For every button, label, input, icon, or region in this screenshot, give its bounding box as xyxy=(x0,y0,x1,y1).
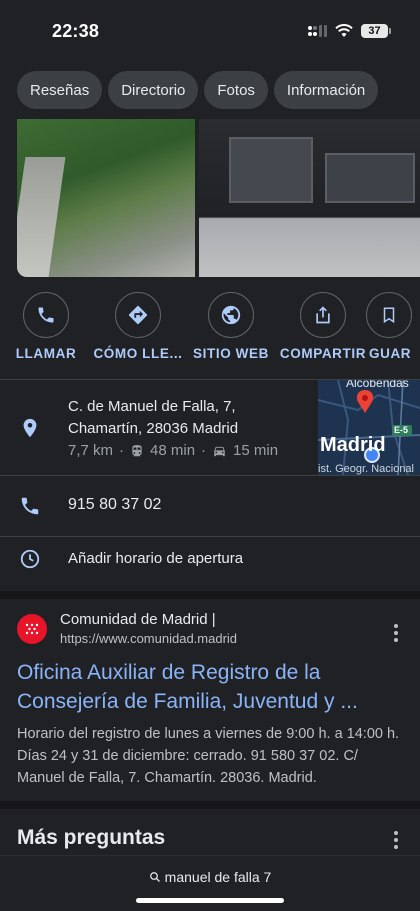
directions-button[interactable]: CÓMO LLE... xyxy=(88,292,188,361)
home-indicator[interactable] xyxy=(136,898,284,903)
battery-indicator: 37 xyxy=(361,24,391,38)
address-line-2: Chamartín, 28036 Madrid xyxy=(68,420,239,437)
website-label: SITIO WEB xyxy=(193,346,269,361)
battery-level: 37 xyxy=(368,25,381,37)
status-time: 22:38 xyxy=(52,20,100,41)
separator-dot: · xyxy=(119,442,125,459)
address-text: C. de Manuel de Falla, 7, Chamartín, 280… xyxy=(68,396,278,462)
train-icon xyxy=(132,445,142,457)
phone-number: 915 80 37 02 xyxy=(68,496,162,513)
more-options-icon[interactable] xyxy=(392,624,400,642)
result-title-link[interactable]: Oficina Auxiliar de Registro de la Conse… xyxy=(17,658,407,716)
cellular-signal-icon xyxy=(308,25,327,37)
chip-resenas[interactable]: Reseñas xyxy=(17,71,103,109)
search-icon xyxy=(149,872,160,882)
directions-label: CÓMO LLE... xyxy=(93,346,183,361)
section-divider xyxy=(0,591,420,599)
address-line-1: C. de Manuel de Falla, 7, xyxy=(68,398,236,415)
phone-icon[interactable] xyxy=(23,292,69,338)
status-bar: 22:38 37 xyxy=(0,0,420,62)
share-label: COMPARTIR xyxy=(279,346,367,361)
globe-icon[interactable] xyxy=(208,292,254,338)
wifi-icon xyxy=(335,24,353,37)
bottom-search-bar[interactable]: manuel de falla 7 xyxy=(0,855,420,911)
distance: 7,7 km xyxy=(68,442,114,459)
result-source-url[interactable]: https://www.comunidad.madrid xyxy=(60,631,237,646)
save-label: GUAR xyxy=(369,346,412,361)
more-questions-options-icon[interactable] xyxy=(392,831,400,849)
chip-directorio[interactable]: Directorio xyxy=(108,71,199,109)
chip-informacion[interactable]: Información xyxy=(273,71,379,109)
phone-icon xyxy=(21,497,39,515)
separator-dot: · xyxy=(201,442,207,459)
location-pin-icon xyxy=(23,418,37,438)
drive-time: 15 min xyxy=(233,442,279,459)
map-thumbnail[interactable]: Alcobendas E-5 Madrid ist. Geogr. Nacion… xyxy=(318,380,420,475)
call-button[interactable]: LLAMAR xyxy=(0,292,96,361)
bookmark-icon[interactable] xyxy=(366,292,412,338)
photo-strip[interactable] xyxy=(17,119,420,277)
travel-times: 7,7 km · 48 min · 15 min xyxy=(68,440,278,462)
hours-row[interactable]: Añadir horario de apertura xyxy=(0,537,420,591)
photo-building[interactable] xyxy=(199,119,420,277)
website-button[interactable]: SITIO WEB xyxy=(181,292,281,361)
tab-chips: Reseñas Directorio Fotos Información xyxy=(17,71,379,109)
chip-fotos[interactable]: Fotos xyxy=(204,71,268,109)
map-road-label: E-5 xyxy=(394,425,409,435)
result-source-name[interactable]: Comunidad de Madrid | xyxy=(60,611,216,628)
save-button[interactable]: GUAR xyxy=(362,292,420,361)
share-button[interactable]: COMPARTIR xyxy=(273,292,373,361)
map-city-label: Madrid xyxy=(320,434,386,456)
add-hours-link[interactable]: Añadir horario de apertura xyxy=(68,548,243,570)
directions-icon[interactable] xyxy=(115,292,161,338)
status-icons: 37 xyxy=(307,24,391,38)
car-icon xyxy=(214,446,225,457)
search-query-text: manuel de falla 7 xyxy=(164,869,272,885)
section-divider xyxy=(0,801,420,809)
clock-icon xyxy=(20,549,40,569)
map-top-label: Alcobendas xyxy=(346,380,409,390)
call-label: LLAMAR xyxy=(15,346,77,361)
transit-time: 48 min xyxy=(150,442,196,459)
action-bar: LLAMAR CÓMO LLE... SITIO WEB COMPARTIR G… xyxy=(0,292,420,368)
search-query-label[interactable]: manuel de falla 7 xyxy=(0,869,420,885)
more-questions-heading: Más preguntas xyxy=(17,826,166,849)
share-icon[interactable] xyxy=(300,292,346,338)
phone-row[interactable]: 915 80 37 02 xyxy=(0,476,420,536)
comunidad-madrid-logo xyxy=(17,614,47,644)
result-snippet: Horario del registro de lunes a viernes … xyxy=(17,726,400,786)
map-attribution: ist. Geogr. Nacional xyxy=(318,463,414,475)
photo-garden[interactable] xyxy=(17,119,195,277)
